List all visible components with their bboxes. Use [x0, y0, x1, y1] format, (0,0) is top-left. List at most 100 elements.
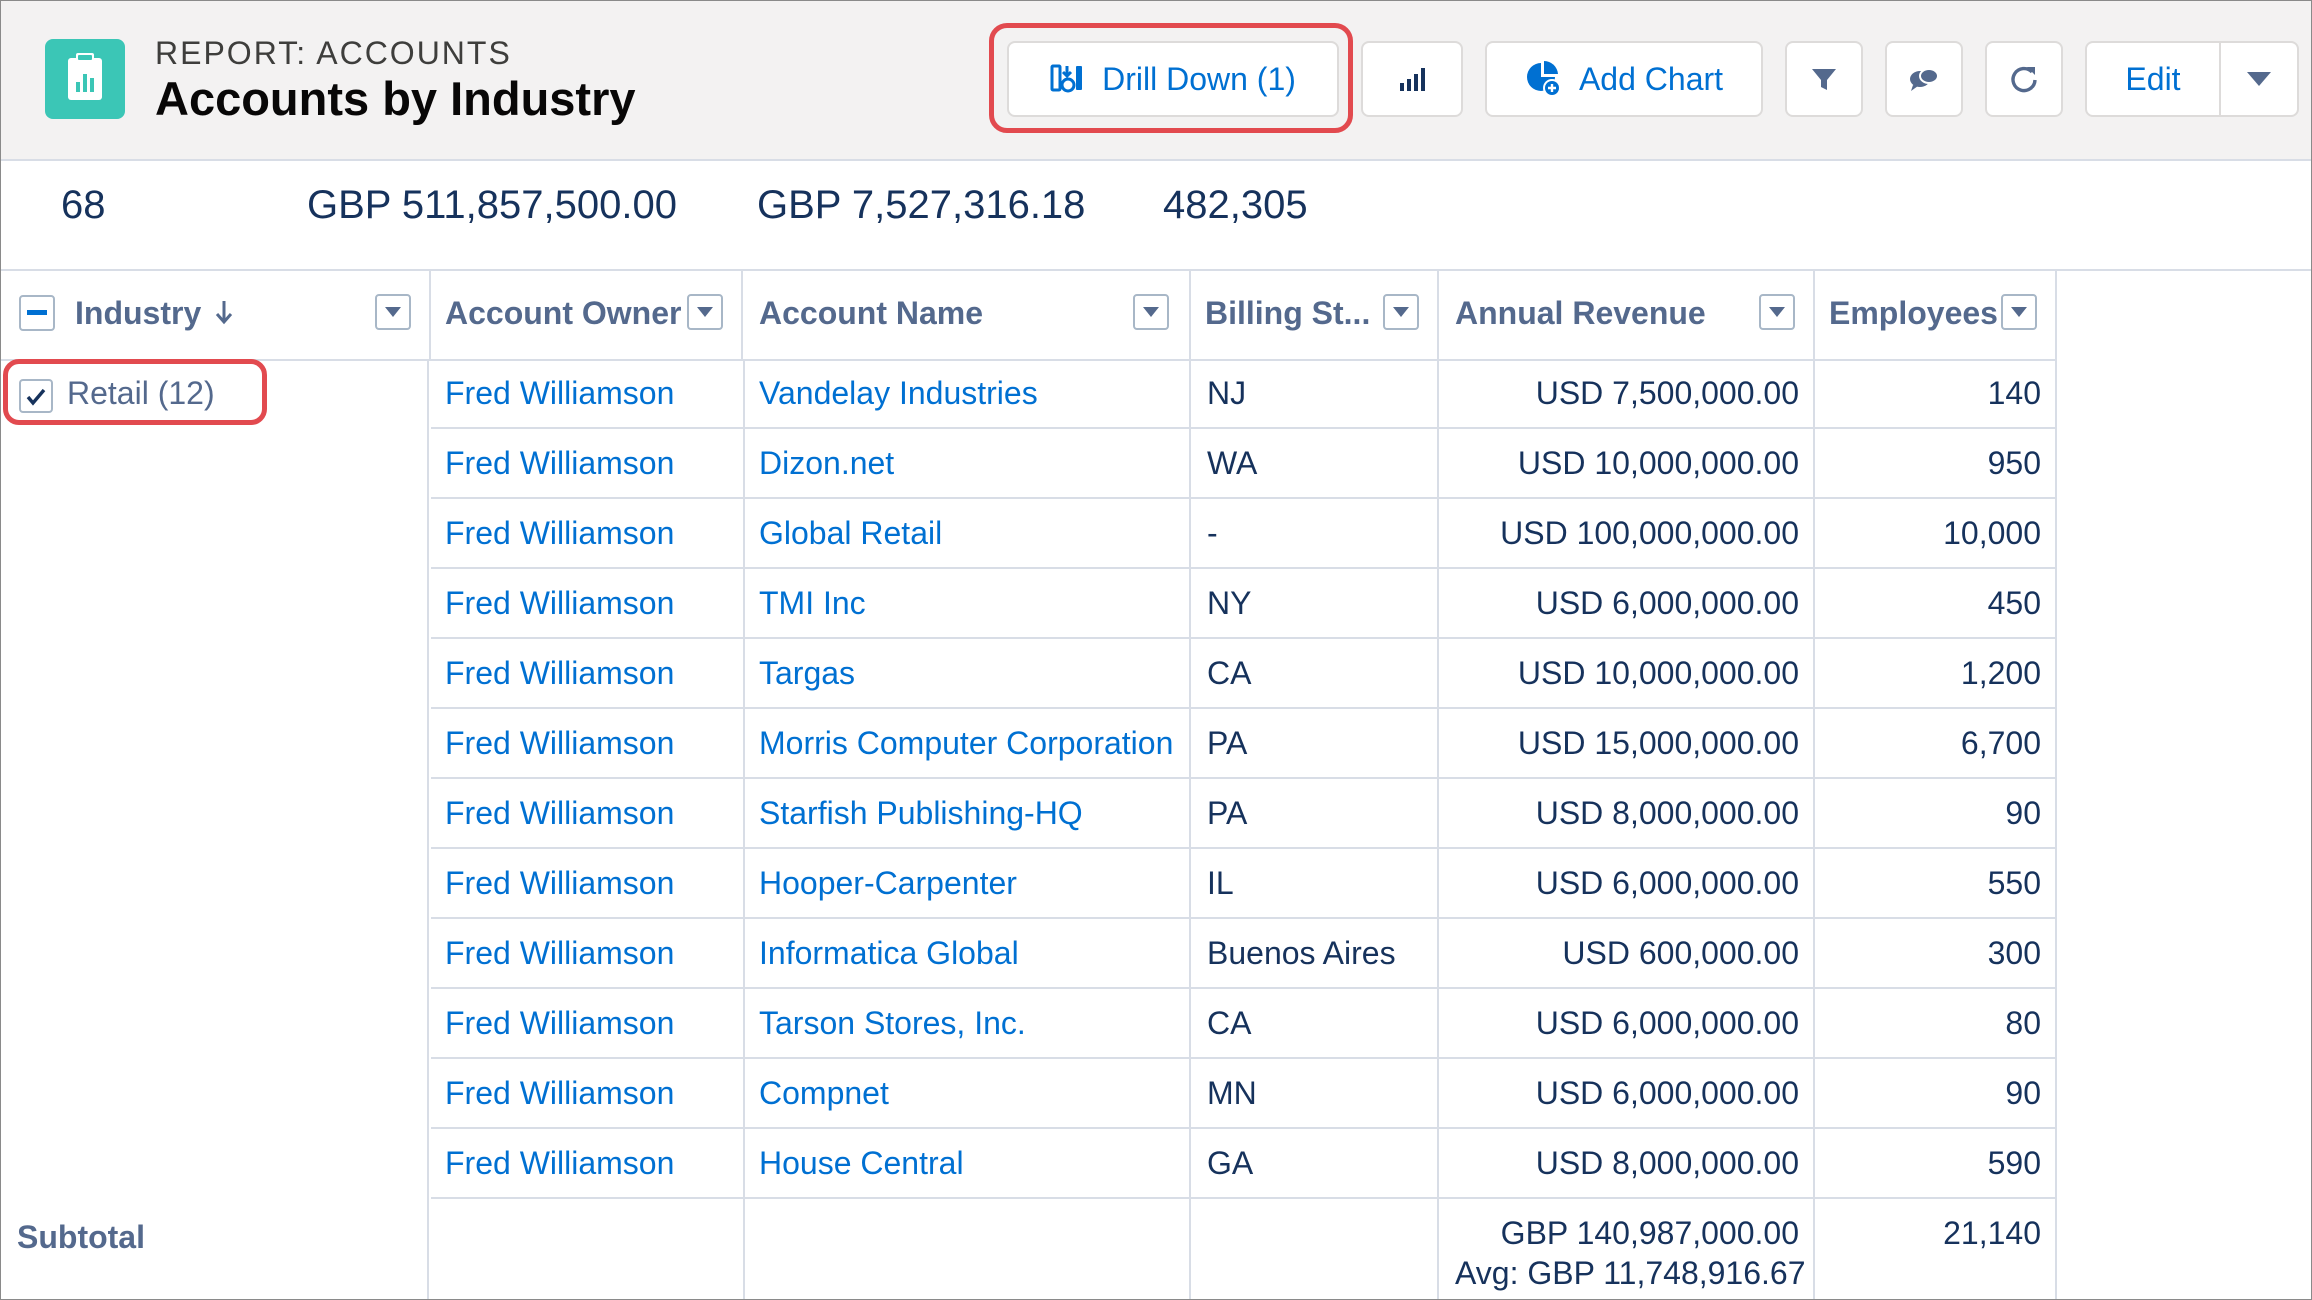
account-owner-link[interactable]: Fred Williamson [445, 499, 674, 569]
edit-label: Edit [2125, 60, 2181, 97]
account-owner-link[interactable]: Fred Williamson [445, 989, 674, 1059]
drill-down-label: Drill Down (1) [1102, 60, 1296, 97]
column-label-billing-state: Billing St... [1205, 295, 1371, 331]
more-actions-button[interactable] [2219, 41, 2299, 117]
summary-avg-revenue: GBP 7,527,316.18 [757, 183, 1086, 227]
billing-state-cell: IL [1207, 865, 1234, 901]
table-row: Fred Williamson Compnet MN USD 6,000,000… [431, 1059, 2057, 1129]
account-owner-link[interactable]: Fred Williamson [445, 569, 674, 639]
industry-group-column: Retail (12) [1, 359, 429, 1299]
column-header-employees[interactable]: Employees [1815, 269, 2057, 359]
employees-cell: 950 [1987, 445, 2041, 481]
report-icon [45, 39, 125, 119]
account-owner-link[interactable]: Fred Williamson [445, 849, 674, 919]
table-row: Fred Williamson Targas CA USD 10,000,000… [431, 639, 2057, 709]
employees-cell: 590 [1987, 1145, 2041, 1181]
checkmark-icon [26, 388, 46, 406]
employees-cell: 450 [1987, 585, 2041, 621]
add-chart-button[interactable]: Add Chart [1485, 41, 1763, 117]
account-name-link[interactable]: Informatica Global [759, 919, 1019, 989]
drill-down-icon [1050, 62, 1084, 96]
billing-state-cell: PA [1207, 795, 1248, 831]
table-row: Fred Williamson Tarson Stores, Inc. CA U… [431, 989, 2057, 1059]
column-menu-icon[interactable] [1759, 294, 1795, 330]
account-owner-link[interactable]: Fred Williamson [445, 1129, 674, 1199]
table-row: Fred Williamson Dizon.net WA USD 10,000,… [431, 429, 2057, 499]
account-name-link[interactable]: Hooper-Carpenter [759, 849, 1017, 919]
account-name-link[interactable]: TMI Inc [759, 569, 866, 639]
group-label-retail[interactable]: Retail (12) [67, 375, 215, 412]
drill-down-button[interactable]: Drill Down (1) [1007, 41, 1339, 117]
column-header-industry[interactable]: Industry [1, 269, 431, 359]
annual-revenue-cell: USD 15,000,000.00 [1517, 725, 1799, 761]
column-menu-icon[interactable] [2001, 294, 2037, 330]
object-eyebrow: REPORT: ACCOUNTS [155, 35, 512, 71]
edit-button[interactable]: Edit [2085, 41, 2221, 117]
summary-total-employees: 482,305 [1163, 183, 1308, 227]
chart-toggle-button[interactable] [1361, 41, 1463, 117]
account-owner-link[interactable]: Fred Williamson [445, 1059, 674, 1129]
column-header-annual-revenue[interactable]: Annual Revenue [1439, 269, 1815, 359]
summary-total-revenue: GBP 511,857,500.00 [307, 183, 677, 227]
account-name-link[interactable]: Compnet [759, 1059, 889, 1129]
column-label-industry: Industry [75, 295, 202, 331]
collapse-all-toggle[interactable] [19, 295, 55, 331]
account-owner-link[interactable]: Fred Williamson [445, 429, 674, 499]
table-row: Fred Williamson TMI Inc NY USD 6,000,000… [431, 569, 2057, 639]
table-row: Fred Williamson Informatica Global Bueno… [431, 919, 2057, 989]
employees-cell: 1,200 [1960, 655, 2041, 691]
refresh-icon [2008, 63, 2040, 95]
arrow-down-icon [213, 299, 235, 332]
column-label-annual-revenue: Annual Revenue [1455, 295, 1706, 331]
column-menu-icon[interactable] [687, 294, 723, 330]
column-header-account-name[interactable]: Account Name [743, 269, 1191, 359]
column-header-owner[interactable]: Account Owner [431, 269, 743, 359]
annual-revenue-cell: USD 10,000,000.00 [1517, 445, 1799, 481]
billing-state-cell: NJ [1207, 375, 1247, 411]
account-name-link[interactable]: Global Retail [759, 499, 942, 569]
account-name-link[interactable]: Targas [759, 639, 855, 709]
refresh-button[interactable] [1985, 41, 2063, 117]
account-owner-link[interactable]: Fred Williamson [445, 919, 674, 989]
annual-revenue-cell: USD 600,000.00 [1562, 935, 1799, 971]
annual-revenue-cell: USD 6,000,000.00 [1535, 1075, 1799, 1111]
column-label-account-name: Account Name [759, 295, 984, 331]
subtotal-revenue-avg: Avg: GBP 11,748,916.67 [1455, 1255, 1806, 1291]
group-checkbox[interactable] [19, 379, 53, 413]
billing-state-cell: GA [1207, 1145, 1254, 1181]
annual-revenue-cell: USD 6,000,000.00 [1535, 865, 1799, 901]
account-name-link[interactable]: Morris Computer Corporation [759, 709, 1173, 779]
annual-revenue-cell: USD 6,000,000.00 [1535, 1005, 1799, 1041]
column-menu-icon[interactable] [375, 294, 411, 330]
annual-revenue-cell: USD 6,000,000.00 [1535, 585, 1799, 621]
table-row: Fred Williamson Vandelay Industries NJ U… [431, 359, 2057, 429]
account-name-link[interactable]: Starfish Publishing-HQ [759, 779, 1083, 849]
account-name-link[interactable]: Vandelay Industries [759, 359, 1038, 429]
table-header: Industry Account Owner Account Name Bill… [1, 269, 2057, 361]
account-name-link[interactable]: Tarson Stores, Inc. [759, 989, 1026, 1059]
account-owner-link[interactable]: Fred Williamson [445, 779, 674, 849]
employees-cell: 550 [1987, 865, 2041, 901]
account-name-link[interactable]: Dizon.net [759, 429, 894, 499]
annual-revenue-cell: USD 10,000,000.00 [1517, 655, 1799, 691]
account-name-link[interactable]: House Central [759, 1129, 964, 1199]
filter-button[interactable] [1785, 41, 1863, 117]
bar-chart-icon [1398, 65, 1426, 93]
column-menu-icon[interactable] [1383, 294, 1419, 330]
employees-cell: 10,000 [1943, 515, 2041, 551]
column-header-billing-state[interactable]: Billing St... [1191, 269, 1439, 359]
account-owner-link[interactable]: Fred Williamson [445, 709, 674, 779]
summary-record-count: 68 [61, 183, 106, 227]
column-menu-icon[interactable] [1133, 294, 1169, 330]
column-label-owner: Account Owner [445, 295, 682, 331]
add-chart-label: Add Chart [1578, 60, 1724, 97]
billing-state-cell: CA [1207, 655, 1252, 691]
account-owner-link[interactable]: Fred Williamson [445, 639, 674, 709]
comments-button[interactable] [1885, 41, 1963, 117]
account-owner-link[interactable]: Fred Williamson [445, 359, 674, 429]
report-window: REPORT: ACCOUNTS Accounts by Industry Dr… [0, 0, 2312, 1300]
subtotal-employees: 21,140 [1943, 1215, 2041, 1251]
page-title: Accounts by Industry [155, 72, 636, 125]
annual-revenue-cell: USD 8,000,000.00 [1535, 1145, 1799, 1181]
employees-cell: 90 [2005, 1075, 2041, 1111]
